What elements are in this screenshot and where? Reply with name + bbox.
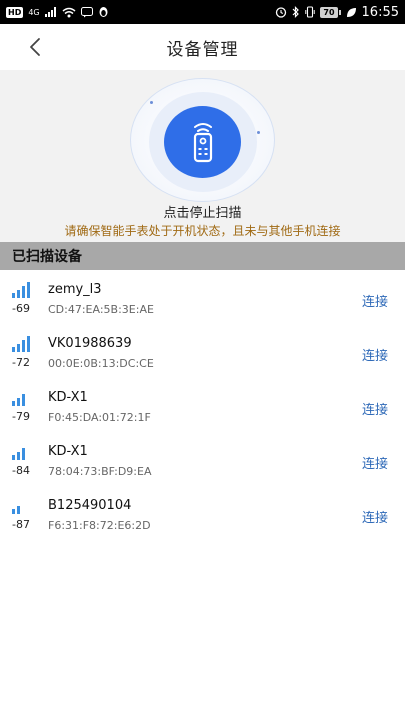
battery-level: 70 bbox=[320, 6, 338, 18]
leaf-icon bbox=[346, 7, 356, 17]
device-name: zemy_l3 bbox=[48, 282, 102, 297]
signal-strength-icon bbox=[12, 336, 30, 352]
remote-control-icon bbox=[193, 123, 212, 163]
device-rssi: -87 bbox=[12, 518, 30, 531]
connect-button[interactable]: 连接 bbox=[362, 399, 388, 418]
wifi-icon bbox=[62, 7, 76, 17]
hd-badge: HD bbox=[6, 6, 24, 18]
device-name: KD-X1 bbox=[48, 444, 88, 459]
status-time: 16:55 bbox=[361, 4, 399, 20]
scan-dot bbox=[257, 131, 260, 134]
signal-strength-icon bbox=[12, 448, 25, 460]
device-name: VK01988639 bbox=[48, 336, 132, 351]
device-row[interactable]: -87 B125490104 F6:31:F8:72:E6:2D 连接 bbox=[0, 486, 405, 540]
device-mac: 78:04:73:BF:D9:EA bbox=[48, 465, 152, 478]
device-mac: 00:0E:0B:13:DC:CE bbox=[48, 357, 154, 370]
message-icon bbox=[80, 6, 93, 17]
signal-strength-icon bbox=[12, 506, 20, 514]
scan-area: 点击停止扫描 请确保智能手表处于开机状态，且未与其他手机连接 bbox=[0, 70, 405, 242]
device-row[interactable]: -72 VK01988639 00:0E:0B:13:DC:CE 连接 bbox=[0, 324, 405, 378]
chevron-left-icon bbox=[30, 38, 40, 56]
connect-button[interactable]: 连接 bbox=[362, 507, 388, 526]
signal-strength-icon bbox=[12, 394, 25, 406]
scan-dot bbox=[150, 101, 153, 104]
connect-button[interactable]: 连接 bbox=[362, 345, 388, 364]
back-button[interactable] bbox=[22, 34, 48, 60]
device-mac: F6:31:F8:72:E6:2D bbox=[48, 519, 151, 532]
network-type: 4G bbox=[28, 7, 40, 17]
device-rssi: -69 bbox=[12, 302, 30, 315]
vibrate-icon bbox=[305, 6, 316, 18]
connect-button[interactable]: 连接 bbox=[362, 453, 388, 472]
app-header: 设备管理 bbox=[0, 24, 405, 70]
page-title: 设备管理 bbox=[166, 39, 239, 60]
alarm-icon bbox=[276, 7, 287, 18]
device-rssi: -84 bbox=[12, 464, 30, 477]
device-row[interactable]: -69 zemy_l3 CD:47:EA:5B:3E:AE 连接 bbox=[0, 270, 405, 324]
scan-hint: 请确保智能手表处于开机状态，且未与其他手机连接 bbox=[64, 224, 341, 238]
scan-button[interactable] bbox=[164, 106, 241, 178]
section-header: 已扫描设备 bbox=[0, 242, 405, 270]
battery-icon: 70 bbox=[320, 6, 341, 18]
device-mac: F0:45:DA:01:72:1F bbox=[48, 411, 151, 424]
bluetooth-icon bbox=[292, 6, 300, 18]
penguin-icon bbox=[99, 7, 108, 17]
device-row[interactable]: -79 KD-X1 F0:45:DA:01:72:1F 连接 bbox=[0, 378, 405, 432]
connect-button[interactable]: 连接 bbox=[362, 291, 388, 310]
status-right: 70 16:55 bbox=[275, 5, 399, 20]
device-rssi: -72 bbox=[12, 356, 30, 369]
status-bar: HD 4G 70 16:55 bbox=[0, 0, 405, 24]
device-name: KD-X1 bbox=[48, 390, 88, 405]
signal-icon bbox=[44, 7, 56, 17]
device-rssi: -79 bbox=[12, 410, 30, 423]
device-name: B125490104 bbox=[48, 498, 132, 513]
stop-scan-label[interactable]: 点击停止扫描 bbox=[0, 202, 405, 221]
device-row[interactable]: -84 KD-X1 78:04:73:BF:D9:EA 连接 bbox=[0, 432, 405, 486]
device-mac: CD:47:EA:5B:3E:AE bbox=[48, 303, 154, 316]
signal-strength-icon bbox=[12, 282, 30, 298]
status-left: HD 4G bbox=[6, 6, 109, 18]
device-list: -69 zemy_l3 CD:47:EA:5B:3E:AE 连接 -72 VK0… bbox=[0, 270, 405, 720]
